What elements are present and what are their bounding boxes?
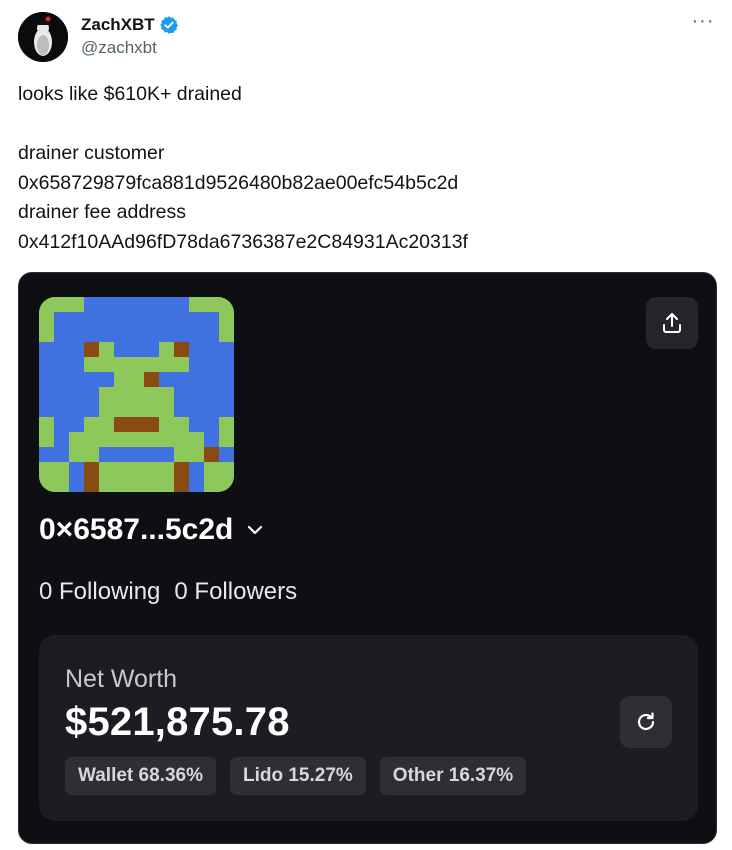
- chip-lido: Lido 15.27%: [229, 757, 366, 795]
- more-horizontal-icon[interactable]: ···: [690, 11, 716, 34]
- refresh-icon: [637, 712, 655, 731]
- following-count[interactable]: 0 Following: [39, 578, 160, 606]
- tweet-line: drainer customer: [18, 142, 165, 164]
- share-upload-icon: [663, 313, 681, 333]
- tweet-line: looks like $610K+ drained: [18, 83, 242, 105]
- wallet-profile-card[interactable]: 0×6587...5c2d 0 Following 0 Followers Ne…: [18, 272, 717, 844]
- follow-stats: 0 Following 0 Followers: [39, 578, 297, 606]
- net-worth-value: $521,875.78: [65, 700, 290, 744]
- wallet-address: 0×6587...5c2d: [39, 513, 234, 546]
- net-worth-panel: Net Worth $521,875.78 Wallet 68.36% Lido…: [39, 635, 698, 821]
- chip-wallet: Wallet 68.36%: [65, 757, 216, 795]
- author-handle[interactable]: @zachxbt: [81, 38, 157, 58]
- author-avatar[interactable]: [18, 12, 68, 62]
- nft-avatar: [39, 297, 234, 492]
- chevron-down-icon: [248, 525, 263, 535]
- tweet-header: ZachXBT @zachxbt ···: [18, 11, 718, 64]
- tweet-line: 0x658729879fca881d9526480b82ae00efc54b5c…: [18, 171, 459, 194]
- tweet-line: 0x412f10AAd96fD78da6736387e2C84931Ac2031…: [18, 230, 468, 253]
- author-name-text[interactable]: ZachXBT: [81, 15, 155, 35]
- tweet-line: drainer fee address: [18, 201, 187, 223]
- followers-count[interactable]: 0 Followers: [174, 578, 297, 606]
- chip-other: Other 16.37%: [379, 757, 527, 795]
- net-worth-label: Net Worth: [65, 665, 178, 693]
- share-button[interactable]: [646, 297, 698, 349]
- tweet-text: looks like $610K+ drained drainer custom…: [18, 80, 718, 257]
- refresh-button[interactable]: [620, 696, 672, 748]
- wallet-address-dropdown[interactable]: 0×6587...5c2d: [39, 513, 265, 547]
- pixel-art-image: [39, 297, 234, 492]
- author-name[interactable]: ZachXBT: [81, 15, 179, 35]
- asset-breakdown: Wallet 68.36% Lido 15.27% Other 16.37%: [65, 757, 527, 795]
- verified-badge-icon: [159, 16, 178, 34]
- avatar-image: [18, 12, 68, 62]
